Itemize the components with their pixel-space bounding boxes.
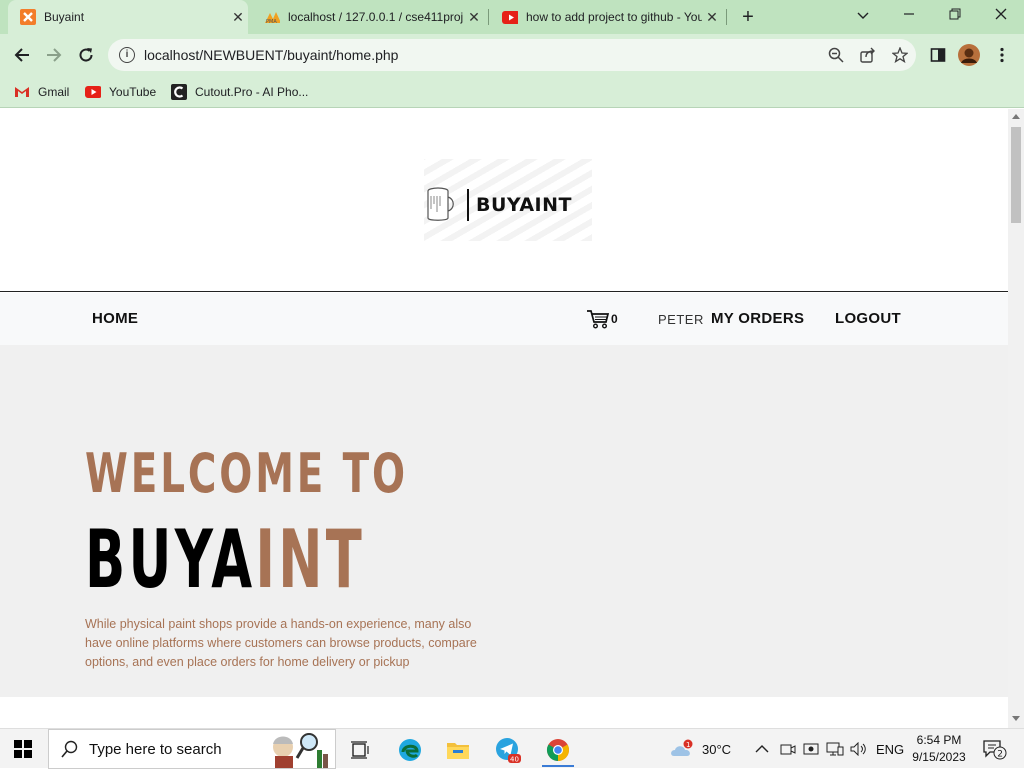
windows-taskbar: Type here to search 40 1 30°C ENG 6:54 P… (0, 728, 1024, 769)
close-tab-icon[interactable]: ✕ (228, 9, 248, 26)
close-window-button[interactable] (978, 0, 1024, 30)
username-label: PETER (658, 312, 704, 327)
hero-brand-part2: INT (255, 513, 366, 606)
phpmyadmin-icon: PMA (264, 9, 280, 25)
shopping-cart-icon (587, 310, 610, 329)
task-view-icon[interactable] (340, 733, 380, 767)
taskbar-search-box[interactable]: Type here to search (48, 729, 336, 769)
notification-count: 2 (997, 750, 1003, 760)
tab-search-chevron-icon[interactable] (840, 0, 886, 30)
side-panel-icon[interactable] (926, 43, 950, 67)
tab-youtube[interactable]: how to add project to github - You ✕ (490, 0, 722, 34)
clock-date: 9/15/2023 (912, 750, 966, 764)
bookmark-label: Cutout.Pro - AI Pho... (195, 85, 309, 99)
tab-title: Buyaint (44, 10, 85, 24)
search-icon (61, 740, 78, 758)
svg-text:PMA: PMA (266, 19, 277, 24)
windows-start-button[interactable] (14, 740, 32, 758)
reload-icon[interactable] (74, 43, 98, 67)
browser-tab-strip: Buyaint ✕ PMA localhost / 127.0.0.1 / cs… (0, 0, 1024, 34)
new-tab-button[interactable]: + (736, 5, 760, 29)
page-scrollbar[interactable] (1008, 109, 1024, 728)
bookmark-label: YouTube (109, 85, 157, 99)
share-icon[interactable] (852, 39, 884, 71)
zoom-icon[interactable] (820, 39, 852, 71)
telegram-icon[interactable]: 40 (488, 733, 528, 767)
cart-button[interactable]: 0 (586, 309, 618, 329)
weather-temperature: 30°C (702, 741, 732, 757)
youtube-icon (85, 84, 101, 100)
url-text[interactable]: localhost/NEWBUENT/buyaint/home.php (144, 47, 820, 63)
bookmark-label: Gmail (38, 85, 70, 99)
tab-phpmyadmin[interactable]: PMA localhost / 127.0.0.1 / cse411proj ✕ (252, 0, 484, 34)
forward-arrow-icon[interactable] (42, 43, 66, 67)
hero-brand-heading: BUYAINT (85, 513, 365, 606)
profile-avatar[interactable] (957, 43, 981, 67)
bookmark-youtube[interactable]: YouTube (85, 82, 156, 102)
page-viewport: BUYAINT HOME 0 PETER MY ORDERS LOGOUT WE… (0, 109, 1008, 728)
paint-bucket-icon (427, 187, 454, 221)
restore-button[interactable] (932, 0, 978, 30)
hero-brand-part1: BUYA (85, 513, 256, 606)
nav-logout-link[interactable]: LOGOUT (835, 310, 901, 327)
tab-buyaint[interactable]: Buyaint ✕ (8, 0, 248, 34)
tab-separator (488, 9, 489, 25)
logo-divider (467, 189, 469, 221)
nav-my-orders-link[interactable]: MY ORDERS (711, 310, 804, 327)
scroll-down-arrow-icon[interactable] (1012, 716, 1020, 721)
cloud-weather-icon: 1 (671, 739, 693, 756)
chrome-icon[interactable] (538, 733, 578, 767)
cutout-icon (171, 84, 187, 100)
bookmark-cutout[interactable]: Cutout.Pro - AI Pho... (171, 82, 308, 102)
edge-icon[interactable] (390, 733, 430, 767)
site-info-icon[interactable]: i (119, 47, 135, 63)
back-arrow-icon[interactable] (10, 43, 34, 67)
recorder-icon[interactable] (803, 729, 819, 769)
bookmarks-bar: Gmail YouTube Cutout.Pro - AI Pho... (0, 76, 1024, 108)
tab-title: localhost / 127.0.0.1 / cse411proj (288, 10, 464, 24)
file-explorer-icon[interactable] (438, 733, 478, 767)
network-icon[interactable] (826, 729, 844, 769)
gmail-icon (14, 84, 30, 100)
minimize-button[interactable] (886, 0, 932, 30)
chevron-up-icon (755, 745, 769, 753)
site-header: BUYAINT (0, 109, 1008, 292)
telegram-badge: 40 (510, 756, 519, 764)
hero-description: While physical paint shops provide a han… (85, 617, 477, 669)
nav-home-link[interactable]: HOME (92, 310, 138, 327)
taskbar-clock[interactable]: 6:54 PM 9/15/2023 (906, 732, 972, 766)
show-hidden-icons-button[interactable] (755, 729, 769, 769)
weather-badge: 1 (686, 741, 690, 749)
youtube-icon (502, 9, 518, 25)
next-section (0, 697, 1008, 728)
chat-bubble-icon: 2 (983, 740, 1007, 760)
notification-center-button[interactable]: 2 (982, 729, 1008, 769)
hero-welcome-heading: WELCOME TO (85, 442, 408, 505)
search-highlight-illustration (273, 733, 328, 768)
bookmark-gmail[interactable]: Gmail (14, 82, 69, 102)
close-tab-icon[interactable]: ✕ (464, 9, 484, 26)
weather-widget[interactable]: 1 30°C (670, 729, 731, 769)
cart-count: 0 (611, 312, 618, 326)
bookmark-star-icon[interactable] (884, 39, 916, 71)
meet-icon[interactable] (780, 729, 796, 769)
site-logo[interactable]: BUYAINT (424, 159, 592, 241)
site-navbar: HOME 0 PETER MY ORDERS LOGOUT (0, 293, 1008, 345)
tab-title: how to add project to github - You (526, 10, 702, 24)
browser-toolbar: i localhost/NEWBUENT/buyaint/home.php (0, 34, 1024, 76)
volume-icon[interactable] (850, 729, 868, 769)
hero-section: WELCOME TO BUYAINT While physical paint … (0, 345, 1008, 697)
scrollbar-thumb[interactable] (1011, 127, 1021, 223)
xampp-icon (20, 9, 36, 25)
language-indicator[interactable]: ENG (876, 729, 904, 769)
more-menu-icon[interactable] (990, 43, 1014, 67)
address-bar[interactable]: i localhost/NEWBUENT/buyaint/home.php (108, 39, 916, 71)
tab-separator (726, 9, 727, 25)
clock-time: 6:54 PM (916, 733, 962, 747)
search-placeholder: Type here to search (89, 740, 222, 758)
close-tab-icon[interactable]: ✕ (702, 9, 722, 26)
scroll-up-arrow-icon[interactable] (1012, 114, 1020, 119)
logo-text: BUYAINT (476, 194, 572, 216)
